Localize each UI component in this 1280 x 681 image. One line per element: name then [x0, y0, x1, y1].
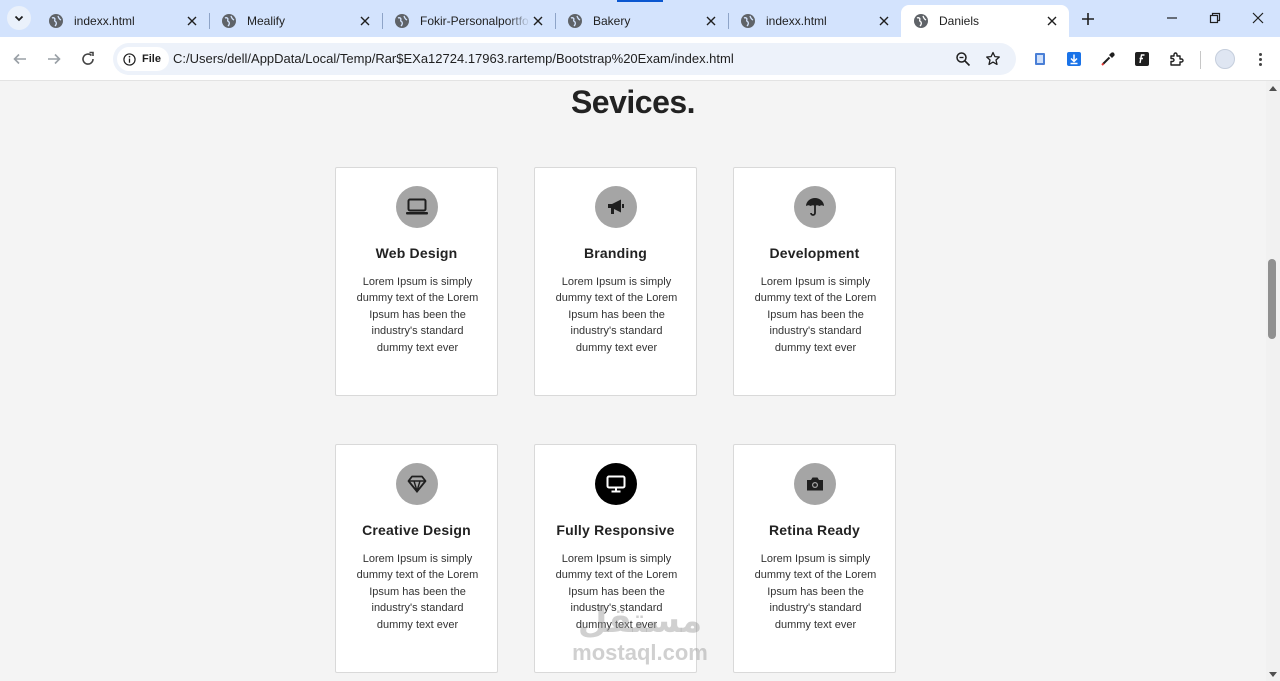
tab-title: Daniels: [939, 14, 980, 28]
bookmark-star-icon[interactable]: [985, 51, 1001, 67]
globe-icon: [49, 14, 63, 28]
site-info-label: File: [142, 53, 161, 65]
vertical-scrollbar[interactable]: [1266, 81, 1280, 681]
restore-button[interactable]: [1203, 6, 1227, 30]
tab-indexx-2[interactable]: indexx.html: [728, 5, 901, 37]
tab-fokir-portfolio[interactable]: Fokir-Personalportfolio: [382, 5, 556, 37]
scroll-down-arrow-icon[interactable]: [1269, 672, 1277, 677]
service-description: Lorem Ipsum is simply dummy text of the …: [754, 553, 877, 631]
toolbar-separator: [1200, 51, 1201, 69]
restore-icon: [1209, 12, 1221, 24]
tab-loading-indicator: [617, 0, 663, 2]
new-tab-button[interactable]: [1077, 8, 1099, 30]
scroll-up-arrow-icon[interactable]: [1269, 86, 1277, 91]
close-icon: [1252, 12, 1264, 24]
info-icon: [123, 52, 136, 66]
service-card-development: Development Lorem Ipsum is simply dummy …: [733, 167, 896, 396]
globe-icon: [914, 14, 928, 28]
tab-daniels-active[interactable]: Daniels: [901, 5, 1069, 37]
service-description: Lorem Ipsum is simply dummy text of the …: [555, 553, 678, 631]
tab-indexx-1[interactable]: indexx.html: [36, 5, 210, 37]
globe-icon: [741, 14, 755, 28]
service-title: Retina Ready: [768, 522, 861, 538]
extensions-puzzle-icon[interactable]: [1167, 50, 1185, 68]
plus-icon: [1082, 13, 1094, 25]
diamond-icon: [396, 463, 438, 505]
close-tab-icon[interactable]: [357, 13, 373, 29]
tab-title: Fokir-Personalportfolio: [420, 14, 530, 28]
scrollbar-thumb[interactable]: [1268, 259, 1276, 339]
tab-search-button[interactable]: [7, 6, 31, 30]
profile-avatar[interactable]: [1215, 49, 1235, 69]
tab-title: Bakery: [593, 14, 631, 28]
service-card-retina-ready: Retina Ready Lorem Ipsum is simply dummy…: [733, 444, 896, 673]
close-tab-icon[interactable]: [1044, 13, 1060, 29]
service-description: Lorem Ipsum is simply dummy text of the …: [754, 276, 877, 354]
extension-eyedropper-icon[interactable]: [1099, 50, 1117, 68]
service-title: Fully Responsive: [556, 522, 675, 538]
service-card-fully-responsive: Fully Responsive Lorem Ipsum is simply d…: [534, 444, 697, 673]
extension-clipboard-icon[interactable]: [1031, 50, 1049, 68]
globe-icon: [568, 14, 582, 28]
tab-title: Mealify: [247, 14, 286, 28]
arrow-right-icon: [48, 53, 61, 65]
forward-button[interactable]: [42, 47, 66, 71]
service-title: Creative Design: [362, 522, 471, 538]
service-title: Web Design: [375, 245, 458, 261]
site-info-chip[interactable]: File: [117, 47, 169, 71]
close-tab-icon[interactable]: [703, 13, 719, 29]
tab-mealify[interactable]: Mealify: [209, 5, 383, 37]
back-button[interactable]: [8, 47, 32, 71]
browser-toolbar: File C:/Users/dell/AppData/Local/Temp/Ra…: [0, 37, 1280, 81]
megaphone-icon: [595, 186, 637, 228]
address-bar[interactable]: File C:/Users/dell/AppData/Local/Temp/Ra…: [113, 43, 1016, 75]
reload-icon: [82, 51, 94, 65]
close-tab-icon[interactable]: [530, 13, 546, 29]
browser-menu-button[interactable]: [1250, 49, 1270, 69]
service-title: Branding: [583, 245, 648, 261]
minimize-icon: [1167, 17, 1177, 19]
close-window-button[interactable]: [1246, 6, 1270, 30]
service-title: Development: [769, 245, 860, 261]
laptop-icon: [396, 186, 438, 228]
service-card-web-design: Web Design Lorem Ipsum is simply dummy t…: [335, 167, 498, 396]
zoom-icon[interactable]: [955, 51, 971, 67]
tab-title: indexx.html: [74, 14, 135, 28]
service-description: Lorem Ipsum is simply dummy text of the …: [356, 276, 479, 354]
tab-title: indexx.html: [766, 14, 827, 28]
service-card-branding: Branding Lorem Ipsum is simply dummy tex…: [534, 167, 697, 396]
service-card-creative-design: Creative Design Lorem Ipsum is simply du…: [335, 444, 498, 673]
close-tab-icon[interactable]: [876, 13, 892, 29]
service-description: Lorem Ipsum is simply dummy text of the …: [356, 553, 479, 631]
page-viewport: Sevices. Web Design Lorem Ipsum is simpl…: [0, 81, 1266, 681]
extension-fonts-icon[interactable]: [1133, 50, 1151, 68]
chevron-down-icon: [14, 15, 24, 22]
camera-icon: [794, 463, 836, 505]
tab-bakery[interactable]: Bakery: [555, 5, 729, 37]
tab-strip: indexx.html Mealify Fokir-Personalportfo…: [0, 0, 1280, 37]
globe-icon: [395, 14, 409, 28]
extension-download-icon[interactable]: [1065, 50, 1083, 68]
arrow-left-icon: [13, 53, 26, 65]
globe-icon: [222, 14, 236, 28]
reload-button[interactable]: [76, 47, 100, 71]
service-description: Lorem Ipsum is simply dummy text of the …: [555, 276, 678, 354]
minimize-button[interactable]: [1160, 6, 1184, 30]
close-tab-icon[interactable]: [184, 13, 200, 29]
umbrella-icon: [794, 186, 836, 228]
services-heading: Sevices.: [570, 84, 696, 120]
url-text[interactable]: C:/Users/dell/AppData/Local/Temp/Rar$EXa…: [173, 51, 734, 66]
desktop-icon: [595, 463, 637, 505]
